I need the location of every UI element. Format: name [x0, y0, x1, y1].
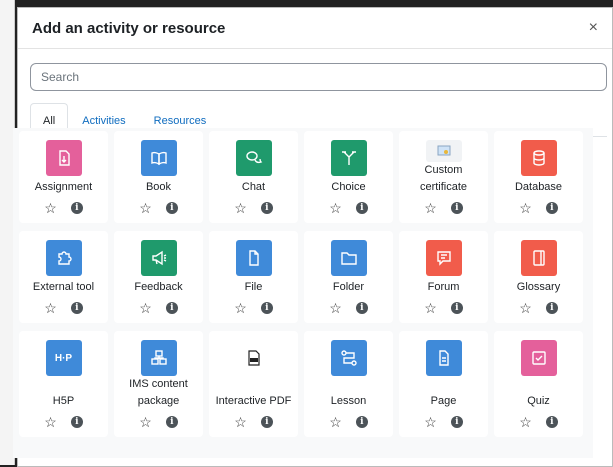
- star-icon[interactable]: ☆: [44, 301, 57, 315]
- megaphone-icon: [140, 240, 177, 276]
- info-icon[interactable]: i: [545, 416, 558, 428]
- tile-label: Lesson: [330, 395, 367, 407]
- tile-label: Forum: [427, 281, 460, 293]
- modal-header: Add an activity or resource ×: [18, 8, 612, 49]
- tile-label: External tool: [32, 281, 95, 293]
- close-button[interactable]: ×: [585, 18, 602, 38]
- info-icon[interactable]: i: [165, 302, 178, 314]
- activity-tile-folder[interactable]: Folder ☆ i: [304, 231, 393, 323]
- star-icon[interactable]: ☆: [329, 201, 342, 215]
- activity-tile-feedback[interactable]: Feedback ☆ i: [114, 231, 203, 323]
- star-icon[interactable]: ☆: [139, 301, 152, 315]
- info-icon[interactable]: i: [355, 302, 368, 314]
- lesson-icon: [330, 340, 367, 376]
- activity-tile-glossary[interactable]: Glossary ☆ i: [494, 231, 583, 323]
- assignment-icon: [45, 140, 82, 176]
- info-icon[interactable]: i: [545, 202, 558, 214]
- tile-label: Choice: [331, 181, 366, 193]
- info-icon[interactable]: i: [450, 302, 463, 314]
- info-icon[interactable]: i: [70, 302, 83, 314]
- tile-label: Folder: [332, 281, 365, 293]
- package-icon: [140, 340, 177, 376]
- info-icon[interactable]: i: [545, 302, 558, 314]
- page-icon: [425, 340, 462, 376]
- info-icon[interactable]: i: [260, 202, 273, 214]
- choice-icon: [330, 140, 367, 176]
- activity-tile-assignment[interactable]: Assignment ☆ i: [19, 131, 108, 223]
- activity-tile-file[interactable]: File ☆ i: [209, 231, 298, 323]
- quiz-icon: [520, 340, 557, 376]
- search-wrapper: [18, 49, 612, 91]
- info-icon[interactable]: i: [355, 202, 368, 214]
- tile-label: Glossary: [516, 281, 561, 293]
- activity-tile-external-tool[interactable]: External tool ☆ i: [19, 231, 108, 323]
- tile-label: Assignment: [34, 181, 93, 193]
- star-icon[interactable]: ☆: [139, 201, 152, 215]
- activity-tile-database[interactable]: Database ☆ i: [494, 131, 583, 223]
- chat-icon: [235, 140, 272, 176]
- folder-icon: [330, 240, 367, 276]
- activity-tile-choice[interactable]: Choice ☆ i: [304, 131, 393, 223]
- info-icon[interactable]: i: [450, 202, 463, 214]
- tile-label: Feedback: [134, 281, 183, 293]
- activity-tile-ims-content-package[interactable]: IMS content package ☆ i: [114, 331, 203, 437]
- star-icon[interactable]: ☆: [424, 201, 437, 215]
- info-icon[interactable]: i: [70, 416, 83, 428]
- certificate-icon: [425, 140, 462, 162]
- activity-tile-page[interactable]: Page ☆ i: [399, 331, 488, 437]
- glossary-icon: [520, 240, 557, 276]
- file-icon: [235, 240, 272, 276]
- star-icon[interactable]: ☆: [519, 301, 532, 315]
- star-icon[interactable]: ☆: [519, 415, 532, 429]
- star-icon[interactable]: ☆: [519, 201, 532, 215]
- activity-tile-lesson[interactable]: Lesson ☆ i: [304, 331, 393, 437]
- activity-tile-forum[interactable]: Forum ☆ i: [399, 231, 488, 323]
- star-icon[interactable]: ☆: [424, 301, 437, 315]
- activity-tile-h5p[interactable]: H·P H5P ☆ i: [19, 331, 108, 437]
- star-icon[interactable]: ☆: [234, 301, 247, 315]
- activity-grid: Assignment ☆ i Book ☆ i Chat ☆ i Choice: [19, 131, 591, 437]
- info-icon[interactable]: i: [355, 416, 368, 428]
- puzzle-icon: [45, 240, 82, 276]
- star-icon[interactable]: ☆: [139, 415, 152, 429]
- star-icon[interactable]: ☆: [234, 201, 247, 215]
- activity-tile-chat[interactable]: Chat ☆ i: [209, 131, 298, 223]
- star-icon[interactable]: ☆: [44, 201, 57, 215]
- star-icon[interactable]: ☆: [44, 415, 57, 429]
- star-icon[interactable]: ☆: [234, 415, 247, 429]
- star-icon[interactable]: ☆: [329, 415, 342, 429]
- pdf-icon: [235, 340, 272, 376]
- modal-title: Add an activity or resource: [32, 19, 226, 37]
- tile-label: Custom certificate: [419, 164, 468, 193]
- tile-label: Chat: [241, 181, 266, 193]
- h5p-icon: H·P: [45, 340, 82, 376]
- tile-label: Book: [145, 181, 172, 193]
- info-icon[interactable]: i: [260, 416, 273, 428]
- tile-label: Page: [430, 395, 457, 407]
- book-icon: [140, 140, 177, 176]
- info-icon[interactable]: i: [165, 202, 178, 214]
- activity-tile-quiz[interactable]: Quiz ☆ i: [494, 331, 583, 437]
- activity-tile-custom-certificate[interactable]: Custom certificate ☆ i: [399, 131, 488, 223]
- tile-label: Database: [514, 181, 563, 193]
- activity-tile-book[interactable]: Book ☆ i: [114, 131, 203, 223]
- info-icon[interactable]: i: [70, 202, 83, 214]
- star-icon[interactable]: ☆: [329, 301, 342, 315]
- tile-label: IMS content package: [129, 378, 188, 407]
- activity-tile-interactive-pdf[interactable]: Interactive PDF ☆ i: [209, 331, 298, 437]
- database-icon: [520, 140, 557, 176]
- star-icon[interactable]: ☆: [424, 415, 437, 429]
- tile-label: Quiz: [527, 395, 550, 407]
- search-input[interactable]: [30, 63, 607, 91]
- forum-icon: [425, 240, 462, 276]
- tile-label: File: [244, 281, 263, 293]
- info-icon[interactable]: i: [260, 302, 273, 314]
- tile-label: H5P: [52, 395, 75, 407]
- info-icon[interactable]: i: [450, 416, 463, 428]
- tile-label: Interactive PDF: [215, 395, 292, 407]
- info-icon[interactable]: i: [165, 416, 178, 428]
- h5p-icon-text: H·P: [54, 352, 73, 364]
